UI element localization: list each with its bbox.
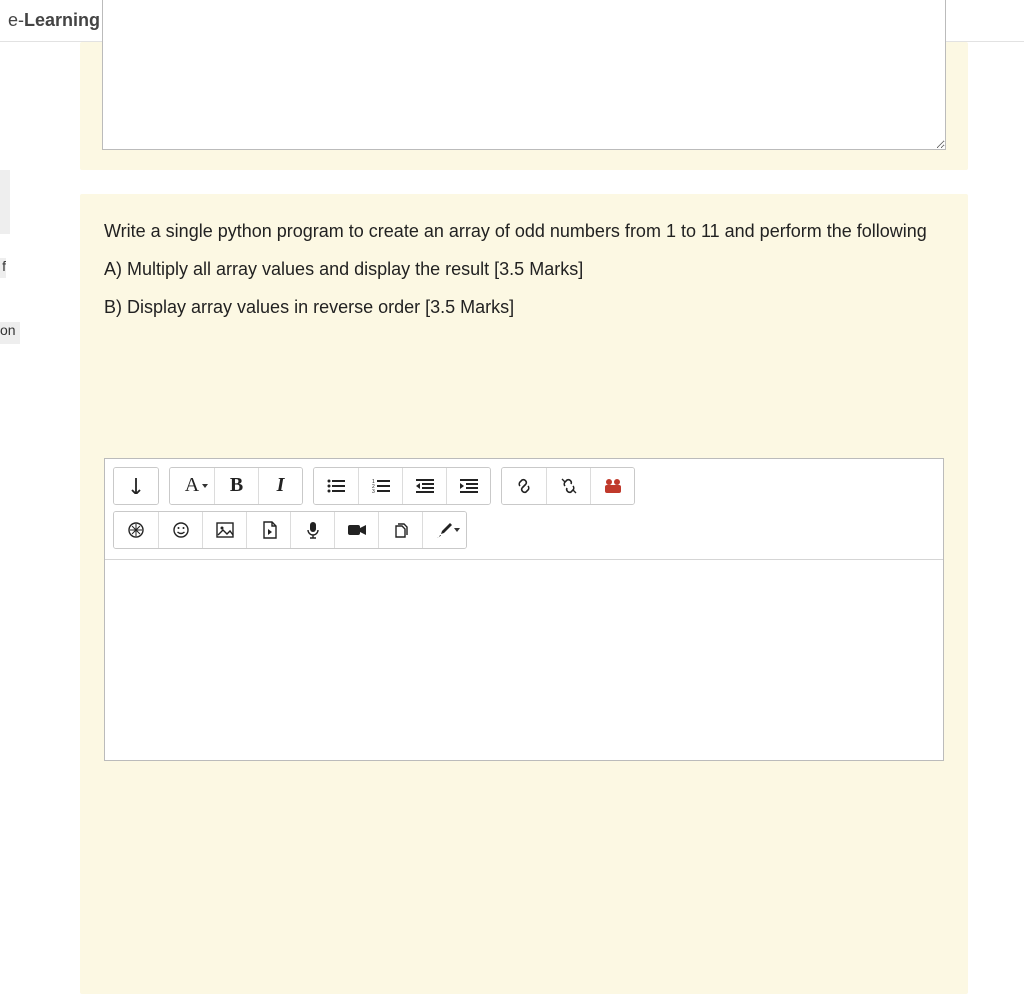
previous-question-block: [80, 42, 968, 170]
brush-button[interactable]: [422, 512, 466, 548]
emoji-button[interactable]: [158, 512, 202, 548]
font-style-button[interactable]: A: [170, 468, 214, 504]
outdent-icon: [416, 479, 434, 493]
page-body: f on Write a single python program to cr…: [0, 42, 1024, 817]
video-button[interactable]: [334, 512, 378, 548]
bold-icon: B: [230, 474, 243, 497]
outdent-button[interactable]: [402, 468, 446, 504]
unlink-button[interactable]: [546, 468, 590, 504]
indent-icon: [460, 479, 478, 493]
bold-button[interactable]: B: [214, 468, 258, 504]
link-icon: [515, 477, 533, 495]
brush-icon: [436, 521, 454, 539]
equation-button[interactable]: [114, 512, 158, 548]
microphone-icon: [306, 521, 320, 539]
question-text: Write a single python program to create …: [104, 218, 944, 322]
files-button[interactable]: [378, 512, 422, 548]
image-icon: [216, 522, 234, 538]
teams-button[interactable]: [590, 468, 634, 504]
unordered-list-button[interactable]: [314, 468, 358, 504]
video-icon: [347, 523, 367, 537]
rich-text-editor: A B I 123: [104, 458, 944, 761]
question-intro: Write a single python program to create …: [104, 218, 944, 246]
sidebar-fragment: [0, 170, 10, 234]
font-icon: A: [185, 474, 199, 497]
media-button[interactable]: [246, 512, 290, 548]
previous-answer-textarea[interactable]: [102, 0, 946, 150]
image-button[interactable]: [202, 512, 246, 548]
equation-icon: [127, 521, 145, 539]
teams-icon: [603, 477, 623, 495]
sidebar-fragment-text: on: [0, 322, 20, 344]
files-icon: [392, 521, 410, 539]
unlink-icon: [560, 477, 578, 495]
toolbar-toggle-button[interactable]: [114, 468, 158, 504]
editor-toolbar: A B I 123: [105, 459, 943, 560]
italic-icon: I: [277, 474, 285, 497]
indent-button[interactable]: [446, 468, 490, 504]
media-icon: [261, 521, 277, 539]
ordered-list-button[interactable]: 123: [358, 468, 402, 504]
emoji-icon: [172, 521, 190, 539]
link-button[interactable]: [502, 468, 546, 504]
question-block: Write a single python program to create …: [80, 194, 968, 994]
expand-icon: [129, 478, 143, 494]
microphone-button[interactable]: [290, 512, 334, 548]
italic-button[interactable]: I: [258, 468, 302, 504]
question-part-a: A) Multiply all array values and display…: [104, 256, 944, 284]
brand-prefix: e-: [8, 10, 24, 30]
list-ol-icon: 123: [372, 479, 390, 493]
list-ul-icon: [327, 479, 345, 493]
answer-editor-body[interactable]: [105, 560, 943, 760]
question-part-b: B) Display array values in reverse order…: [104, 294, 944, 322]
svg-text:3: 3: [372, 489, 375, 493]
sidebar-fragment-text: f: [0, 258, 6, 278]
